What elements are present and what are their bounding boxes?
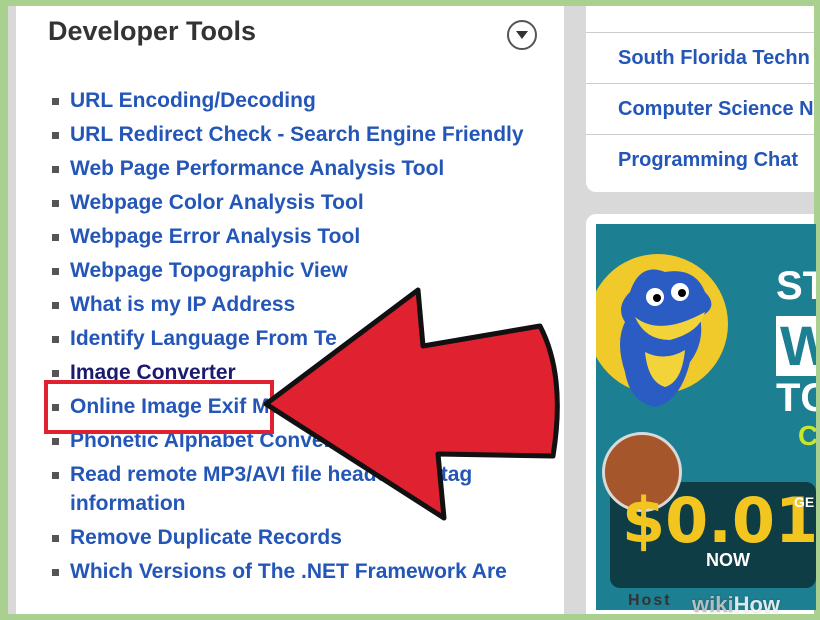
ad-c-letter: C — [798, 420, 816, 451]
tool-link[interactable]: URL Encoding/Decoding — [70, 89, 316, 112]
list-item: URL Encoding/Decoding — [50, 86, 550, 115]
ad-headline-t: TC — [776, 376, 816, 420]
list-item: Webpage Error Analysis Tool — [50, 222, 550, 251]
bullet-icon — [52, 166, 59, 173]
list-item: URL Redirect Check - Search Engine Frien… — [50, 120, 550, 149]
bullet-icon — [52, 132, 59, 139]
ad-price: $0.01 — [622, 484, 816, 557]
related-link[interactable]: Programming Chat — [586, 134, 814, 185]
tool-link[interactable]: Which Versions of The .NET Framework Are — [70, 560, 507, 583]
bullet-icon — [52, 234, 59, 241]
bullet-icon — [52, 302, 59, 309]
related-link[interactable]: Computer Science N — [586, 83, 814, 134]
collapse-toggle[interactable] — [507, 20, 537, 50]
ad-ge: GE — [794, 494, 815, 510]
tool-link[interactable]: Webpage Color Analysis Tool — [70, 191, 364, 214]
bullet-icon — [52, 370, 59, 377]
ad-host: Host — [628, 592, 672, 609]
red-arrow-pointer-icon — [263, 287, 560, 521]
wikihow-watermark: wikiHow — [692, 592, 780, 618]
bullet-icon — [52, 200, 59, 207]
related-links: South Florida Techn Computer Science N P… — [586, 32, 814, 185]
bullet-icon — [52, 268, 59, 275]
panel-title: Developer Tools — [48, 16, 257, 46]
tool-link[interactable]: Web Page Performance Analysis Tool — [70, 157, 444, 180]
tool-link[interactable]: Webpage Error Analysis Tool — [70, 225, 360, 248]
watermark-how: How — [733, 592, 781, 617]
list-item: Webpage Color Analysis Tool — [50, 188, 550, 217]
list-item: Which Versions of The .NET Framework Are — [50, 557, 550, 586]
bullet-icon — [52, 569, 59, 576]
chevron-down-icon — [516, 31, 528, 39]
ad-headline-top: STA — [776, 264, 816, 308]
related-links-panel: South Florida Techn Computer Science N P… — [586, 6, 814, 192]
ad-now: NOW — [706, 550, 750, 570]
bullet-icon — [52, 98, 59, 105]
bullet-icon — [52, 535, 59, 542]
ad-headline: STA W TC — [776, 264, 816, 420]
tool-link[interactable]: URL Redirect Check - Search Engine Frien… — [70, 123, 524, 146]
gator-mascot-icon — [620, 269, 712, 407]
ad-headline-w: W — [776, 316, 816, 376]
watermark-wiki: wiki — [692, 592, 734, 617]
list-item: Web Page Performance Analysis Tool — [50, 154, 550, 183]
bullet-icon — [52, 438, 59, 445]
bullet-icon — [52, 472, 59, 479]
related-link[interactable]: South Florida Techn — [586, 32, 814, 83]
highlight-box — [44, 380, 274, 434]
bullet-icon — [52, 336, 59, 343]
